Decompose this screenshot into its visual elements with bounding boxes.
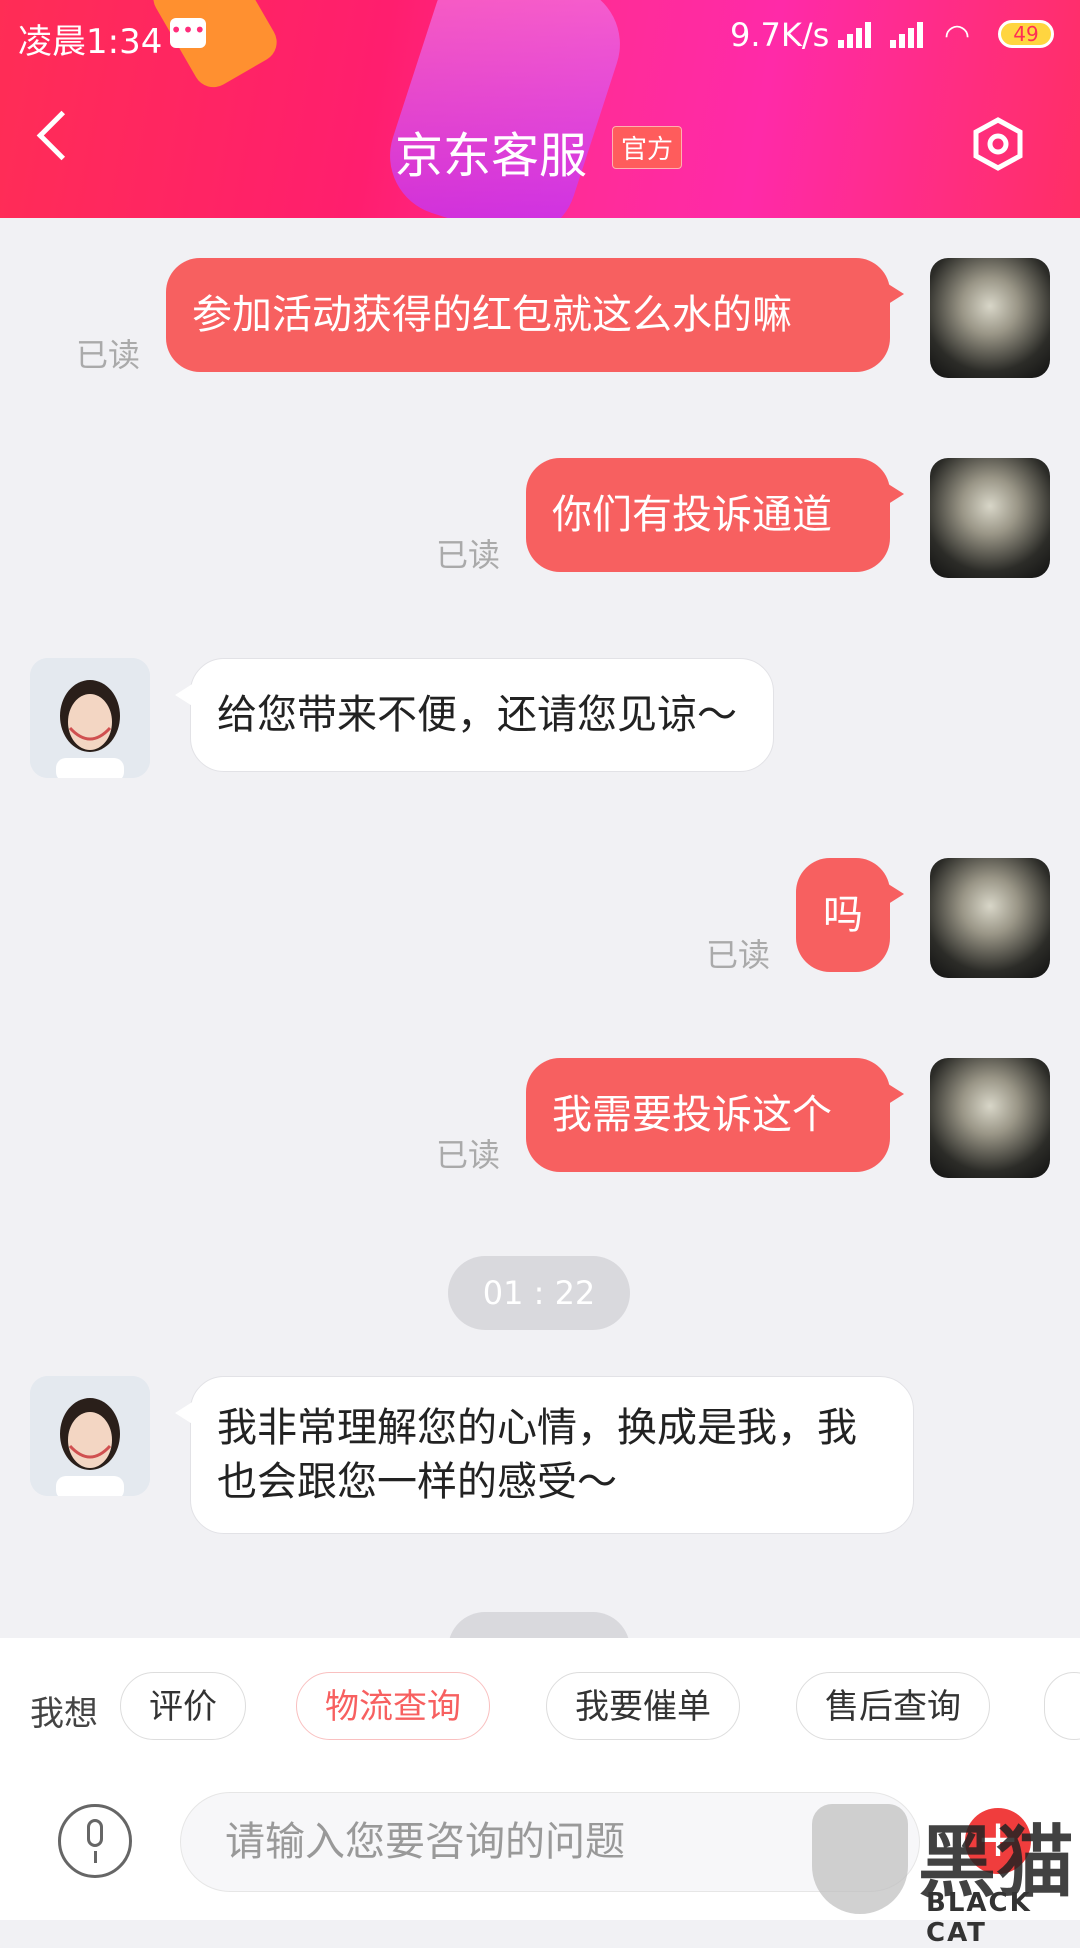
read-status: 已读 — [76, 336, 141, 374]
user-avatar[interactable] — [930, 1058, 1050, 1178]
network-speed: 9.7K/s — [730, 16, 830, 54]
user-avatar[interactable] — [930, 858, 1050, 978]
watermark-logo — [812, 1804, 908, 1914]
official-badge: 官方 — [612, 126, 683, 169]
wifi-icon: ◠ — [944, 18, 971, 53]
watermark-en: BLACK CAT — [926, 1888, 1032, 1948]
agent-avatar[interactable] — [30, 658, 150, 778]
mic-base — [94, 1851, 97, 1863]
chip-after-sales[interactable]: 售后查询 — [796, 1672, 990, 1740]
chip-review[interactable]: 评价 — [120, 1672, 246, 1740]
microphone-icon[interactable] — [58, 1804, 132, 1878]
message-bubble-outgoing[interactable]: 你们有投诉通道 — [526, 458, 904, 572]
mic-body — [87, 1819, 103, 1847]
message-bubble-incoming[interactable]: 给您带来不便，还请您见谅～ — [175, 658, 774, 772]
signal-icon-2 — [890, 18, 930, 48]
user-avatar[interactable] — [930, 458, 1050, 578]
message-bubble-outgoing[interactable]: 我需要投诉这个 — [526, 1058, 904, 1172]
page-title: 京东客服 — [395, 128, 588, 184]
message-notification-icon: ••• — [170, 18, 206, 48]
chip-urge-order[interactable]: 我要催单 — [546, 1672, 740, 1740]
read-status: 已读 — [436, 536, 501, 574]
message-bubble-outgoing[interactable]: 参加活动获得的红包就这么水的嘛 — [166, 258, 904, 372]
message-input[interactable]: 请输入您要咨询的问题 — [180, 1792, 920, 1892]
status-time: 凌晨1:34 — [18, 22, 163, 62]
timestamp-pill: 01 : 22 — [448, 1256, 630, 1330]
message-line: 也会跟您一样的感受～ — [217, 1459, 617, 1505]
message-line: 我非常理解您的心情，换成是我，我 — [217, 1405, 857, 1451]
read-status: 已读 — [706, 936, 771, 974]
quick-actions-bar: 我想 评价 物流查询 我要催单 售后查询 — [0, 1638, 1080, 1778]
message-bubble-incoming[interactable]: 我非常理解您的心情，换成是我，我 也会跟您一样的感受～ — [175, 1376, 914, 1534]
back-icon[interactable] — [36, 110, 87, 161]
settings-icon[interactable] — [970, 116, 1026, 172]
message-bubble-outgoing[interactable]: 吗 — [796, 858, 904, 972]
status-bar: 凌晨1:34 ••• 9.7K/s ◠ 49 — [0, 0, 1080, 76]
battery-icon: 49 — [998, 20, 1054, 48]
agent-avatar[interactable] — [30, 1376, 150, 1496]
read-status: 已读 — [436, 1136, 501, 1174]
user-avatar[interactable] — [930, 258, 1050, 378]
chip-logistics[interactable]: 物流查询 — [296, 1672, 490, 1740]
chip-more[interactable] — [1044, 1672, 1080, 1740]
header-bar: 凌晨1:34 ••• 9.7K/s ◠ 49 京东客服 官方 — [0, 0, 1080, 218]
signal-icon — [838, 18, 878, 48]
quick-label: 我想 — [30, 1694, 98, 1734]
